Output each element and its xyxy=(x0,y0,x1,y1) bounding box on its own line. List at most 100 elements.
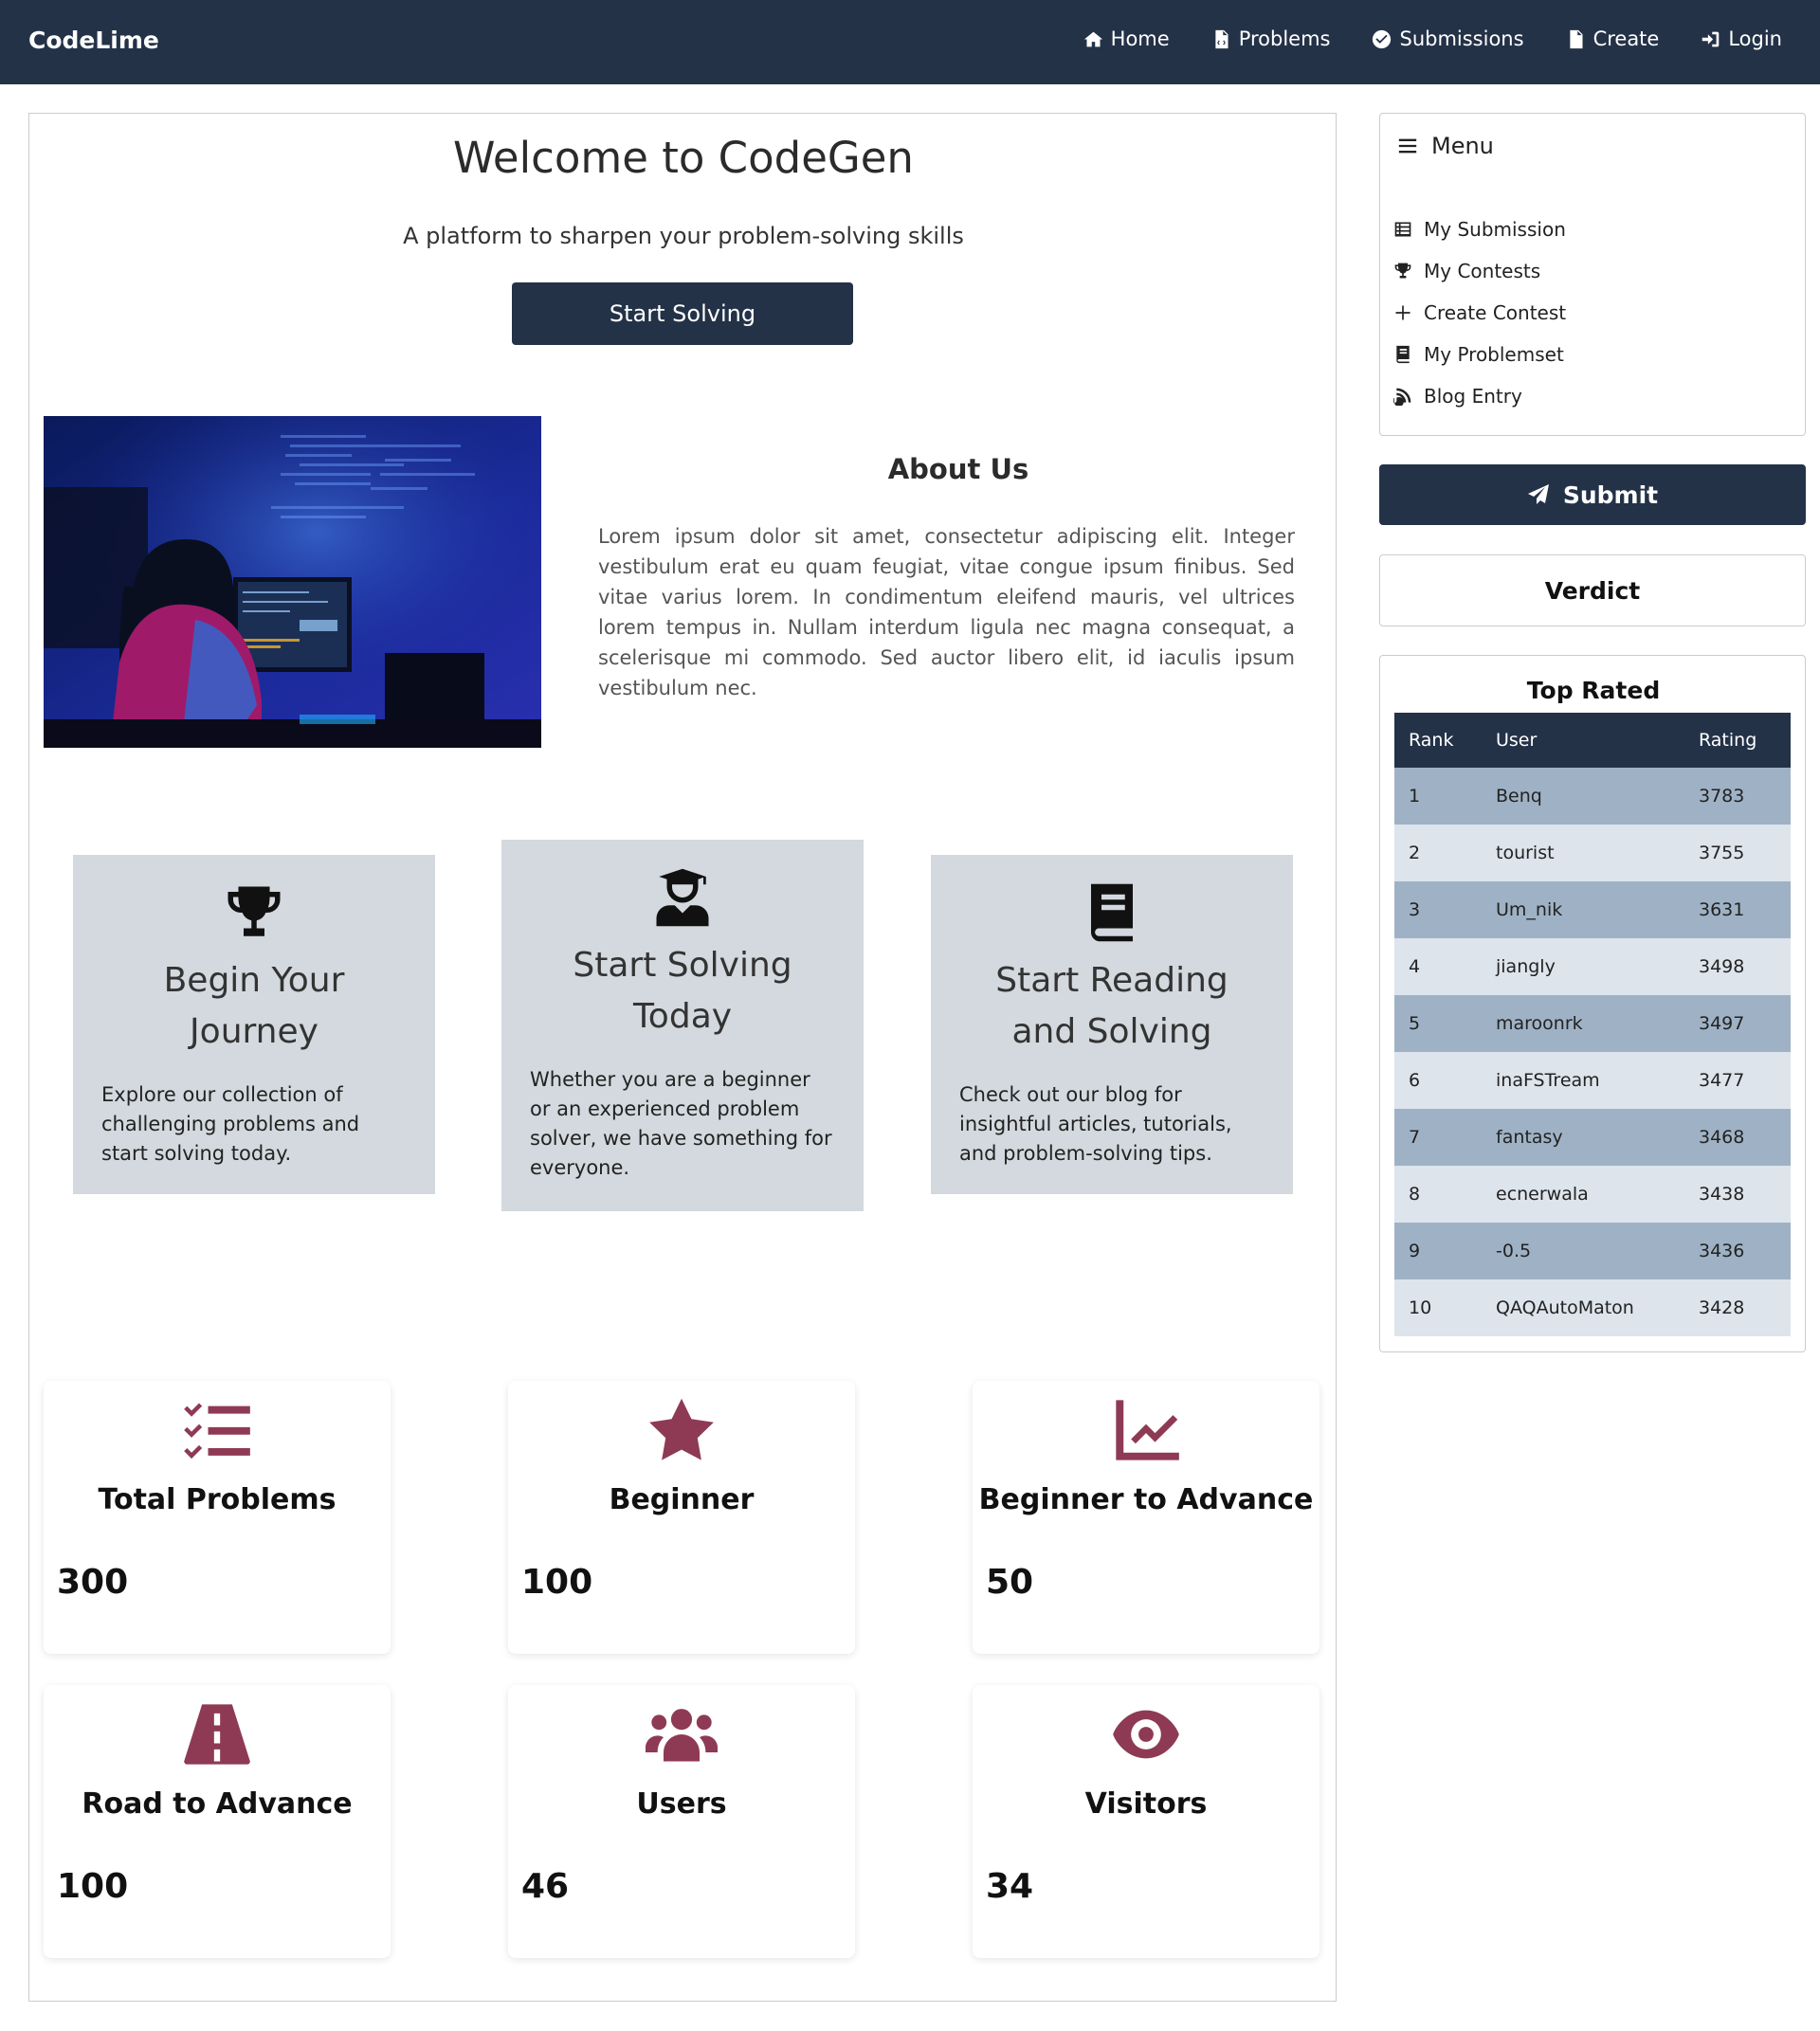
stat-card-visitors: Visitors 34 xyxy=(973,1685,1320,1958)
rank-cell: 2 xyxy=(1394,825,1482,881)
book-icon xyxy=(1090,883,1133,942)
column-header-rank: Rank xyxy=(1394,713,1482,768)
stat-label: Beginner xyxy=(609,1483,755,1516)
stat-card-beginner-to-advance: Beginner to Advance 50 xyxy=(973,1381,1320,1654)
nav-create-link[interactable]: Create xyxy=(1566,27,1659,50)
menu-item-blog-entry[interactable]: Blog Entry xyxy=(1393,375,1566,417)
menu-item-my-contests[interactable]: My Contests xyxy=(1393,250,1566,292)
sign-in-icon xyxy=(1702,31,1720,46)
menu-header[interactable]: Menu xyxy=(1397,133,1494,159)
rating-cell: 3438 xyxy=(1684,1166,1791,1223)
stat-label: Total Problems xyxy=(98,1483,337,1516)
rank-cell: 9 xyxy=(1394,1223,1482,1279)
stat-card-users: Users 46 xyxy=(508,1685,855,1958)
navbar: CodeLime Home Problems Submissions Creat… xyxy=(0,0,1820,84)
page-subtitle: A platform to sharpen your problem-solvi… xyxy=(403,223,964,249)
rating-cell: 3428 xyxy=(1684,1279,1791,1336)
hamburger-menu-icon xyxy=(1398,138,1417,154)
user-cell[interactable]: Um_nik xyxy=(1482,881,1684,938)
trophy-icon xyxy=(1394,263,1411,279)
star-icon xyxy=(649,1398,714,1460)
brand-logo[interactable]: CodeLime xyxy=(28,27,159,54)
rating-cell: 3631 xyxy=(1684,881,1791,938)
rating-cell: 3498 xyxy=(1684,938,1791,995)
user-cell[interactable]: QAQAutoMaton xyxy=(1482,1279,1684,1336)
feature-card-start-reading: Start Reading and Solving Check out our … xyxy=(931,855,1293,1194)
feature-card-start-solving: Start Solving Today Whether you are a be… xyxy=(501,840,864,1211)
about-text: Lorem ipsum dolor sit amet, consectetur … xyxy=(598,525,1295,699)
rating-cell: 3477 xyxy=(1684,1052,1791,1109)
menu-item-my-submission[interactable]: My Submission xyxy=(1393,209,1566,250)
column-header-rating: Rating xyxy=(1684,713,1791,768)
feature-text: Explore our collection of challenging pr… xyxy=(101,1083,360,1165)
feature-title: Begin Your Journey xyxy=(163,961,345,1051)
about-image xyxy=(44,416,541,748)
rank-cell: 1 xyxy=(1394,768,1482,825)
user-graduate-icon xyxy=(656,868,709,927)
user-cell[interactable]: tourist xyxy=(1482,825,1684,881)
rating-cell: 3436 xyxy=(1684,1223,1791,1279)
user-cell[interactable]: jiangly xyxy=(1482,938,1684,995)
about-title: About Us xyxy=(887,453,1029,485)
road-icon xyxy=(184,1704,250,1765)
submit-button[interactable]: Submit xyxy=(1379,464,1806,525)
rank-cell: 8 xyxy=(1394,1166,1482,1223)
top-rated-table: Rank User Rating 1 Benq 3783 2 tourist 3755 … xyxy=(1394,713,1791,1336)
stat-value: 100 xyxy=(57,1867,129,1906)
rating-cell: 3755 xyxy=(1684,825,1791,881)
user-cell[interactable]: maroonrk xyxy=(1482,995,1684,1052)
nav-login-link[interactable]: Login xyxy=(1701,27,1782,50)
verdict-button[interactable]: Verdict xyxy=(1379,554,1806,626)
trophy-icon xyxy=(228,886,281,936)
feature-card-begin-journey: Begin Your Journey Explore our collectio… xyxy=(73,855,435,1194)
rank-cell: 5 xyxy=(1394,995,1482,1052)
nav-submissions-link[interactable]: Submissions xyxy=(1372,27,1524,50)
user-cell[interactable]: -0.5 xyxy=(1482,1223,1684,1279)
check-circle-icon xyxy=(1373,29,1392,48)
table-row: 1 Benq 3783 xyxy=(1394,768,1791,825)
file-icon xyxy=(1569,29,1583,48)
stat-card-beginner: Beginner 100 xyxy=(508,1381,855,1654)
plus-icon xyxy=(1395,305,1410,320)
stat-value: 50 xyxy=(986,1563,1034,1602)
stat-card-road-to-advance: Road to Advance 100 xyxy=(44,1685,391,1958)
chart-line-icon xyxy=(1116,1400,1179,1460)
rating-cell: 3468 xyxy=(1684,1109,1791,1166)
table-header-row: Rank User Rating xyxy=(1394,713,1791,768)
table-row: 10 QAQAutoMaton 3428 xyxy=(1394,1279,1791,1336)
user-cell[interactable]: inaFSTream xyxy=(1482,1052,1684,1109)
start-solving-button[interactable]: Start Solving xyxy=(512,282,853,345)
eye-icon xyxy=(1113,1710,1179,1759)
stat-value: 100 xyxy=(521,1563,593,1602)
table-row: 4 jiangly 3498 xyxy=(1394,938,1791,995)
book-icon xyxy=(1396,345,1410,364)
user-cell[interactable]: fantasy xyxy=(1482,1109,1684,1166)
feature-text: Check out our blog for insightful articl… xyxy=(959,1083,1232,1165)
table-row: 2 tourist 3755 xyxy=(1394,825,1791,881)
user-cell[interactable]: ecnerwala xyxy=(1482,1166,1684,1223)
blog-icon xyxy=(1393,388,1411,406)
stat-card-total-problems: Total Problems 300 xyxy=(44,1381,391,1654)
feature-text: Whether you are a beginner or an experie… xyxy=(530,1068,832,1179)
stat-value: 34 xyxy=(986,1867,1034,1906)
nav-problems-link[interactable]: Problems xyxy=(1211,27,1330,50)
nav-links: Home Problems Submissions Create Login xyxy=(1083,27,1782,50)
stat-value: 46 xyxy=(521,1867,570,1906)
table-row: 8 ecnerwala 3438 xyxy=(1394,1166,1791,1223)
rating-cell: 3497 xyxy=(1684,995,1791,1052)
file-code-icon xyxy=(1215,29,1228,48)
home-icon xyxy=(1083,31,1102,46)
menu-item-create-contest[interactable]: Create Contest xyxy=(1393,292,1566,334)
rank-cell: 10 xyxy=(1394,1279,1482,1336)
stat-label: Visitors xyxy=(1084,1787,1208,1821)
users-icon xyxy=(646,1709,718,1762)
user-cell[interactable]: Benq xyxy=(1482,768,1684,825)
nav-home-link[interactable]: Home xyxy=(1083,27,1170,50)
rank-cell: 6 xyxy=(1394,1052,1482,1109)
menu-item-my-problemset[interactable]: My Problemset xyxy=(1393,334,1566,375)
top-rated-title: Top Rated xyxy=(1526,677,1661,704)
feature-title: Start Reading and Solving xyxy=(995,961,1228,1051)
rank-cell: 7 xyxy=(1394,1109,1482,1166)
feature-title: Start Solving Today xyxy=(573,946,792,1036)
stat-label: Road to Advance xyxy=(82,1787,353,1821)
